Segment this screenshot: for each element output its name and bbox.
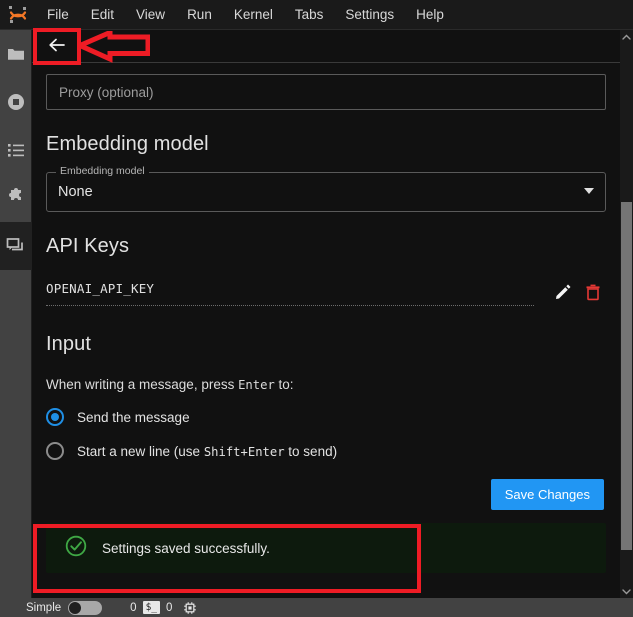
radio-send-message[interactable]: Send the message	[46, 408, 606, 426]
panel-scrollbar[interactable]	[620, 30, 633, 598]
jupyterlab-window: File Edit View Run Kernel Tabs Settings …	[0, 0, 633, 617]
radio-new-line-label: Start a new line (use Shift+Enter to sen…	[77, 444, 337, 459]
api-key-row: OPENAI_API_KEY	[46, 276, 606, 310]
scroll-up-button[interactable]	[620, 30, 633, 44]
menu-item-view[interactable]: View	[125, 0, 176, 30]
embedding-model-select[interactable]: Embedding model None	[46, 165, 606, 212]
sidebar-item-chat[interactable]	[0, 222, 32, 270]
check-circle-icon	[64, 534, 88, 563]
menu-item-file[interactable]: File	[36, 0, 80, 30]
menu-item-run[interactable]: Run	[176, 0, 223, 30]
menu-item-settings[interactable]: Settings	[334, 0, 405, 30]
list-icon	[6, 140, 26, 160]
save-changes-button[interactable]: Save Changes	[490, 479, 604, 510]
sidebar-item-running[interactable]	[0, 78, 32, 126]
radio-send-message-label: Send the message	[77, 409, 190, 425]
back-arrow-icon	[48, 37, 66, 56]
scrollbar-track[interactable]	[620, 44, 633, 584]
radio-send-message-control[interactable]	[46, 408, 64, 426]
chat-bubbles-icon	[5, 235, 27, 257]
status-bar: Simple 0 $_ 0	[0, 598, 633, 617]
radio-new-line[interactable]: Start a new line (use Shift+Enter to sen…	[46, 442, 606, 460]
success-alert-text: Settings saved successfully.	[102, 540, 270, 556]
input-heading: Input	[46, 333, 91, 355]
radio-new-line-label-key: Shift+Enter	[203, 444, 285, 459]
proxy-input[interactable]	[46, 74, 606, 110]
embedding-model-heading: Embedding model	[46, 133, 209, 155]
menu-item-tabs[interactable]: Tabs	[284, 0, 335, 30]
input-hint-after: to:	[274, 377, 294, 392]
terminal-icon[interactable]: $_	[142, 601, 161, 614]
sidebar-item-toc[interactable]	[0, 126, 32, 174]
kernel-chip-icon[interactable]	[183, 601, 197, 615]
back-button[interactable]	[40, 33, 74, 59]
sidebar-item-file-browser[interactable]	[0, 30, 32, 78]
interface-mode-label: Simple	[26, 601, 62, 614]
radio-new-line-label-before: Start a new line (use	[77, 443, 204, 459]
scrollbar-thumb[interactable]	[621, 202, 632, 550]
sidebar-item-extensions[interactable]	[0, 174, 32, 222]
settings-form: Embedding model Embedding model None API…	[32, 63, 620, 598]
input-hint-key: Enter	[238, 378, 275, 392]
save-row: Save Changes	[46, 479, 606, 510]
edit-api-key-button[interactable]	[550, 280, 576, 306]
simple-mode-toggle[interactable]	[68, 600, 103, 615]
input-hint: When writing a message, press Enter to:	[46, 377, 606, 392]
panel-toolbar	[32, 30, 620, 63]
terminals-count: 0	[130, 601, 137, 614]
api-keys-heading: API Keys	[46, 235, 130, 257]
puzzle-piece-icon	[6, 188, 26, 208]
embedding-model-select-hit[interactable]	[46, 172, 606, 212]
delete-api-key-button[interactable]	[580, 280, 606, 306]
menu-bar: File Edit View Run Kernel Tabs Settings …	[0, 0, 633, 30]
trash-icon	[584, 283, 602, 304]
stop-circle-icon	[6, 92, 26, 112]
chat-settings-panel: Embedding model Embedding model None API…	[32, 30, 633, 598]
left-activity-bar	[0, 30, 32, 598]
chevron-down-icon	[622, 582, 631, 598]
folder-icon	[6, 44, 26, 64]
pencil-icon	[554, 283, 572, 304]
menu-item-help[interactable]: Help	[405, 0, 455, 30]
success-alert: Settings saved successfully.	[46, 523, 606, 573]
api-key-name: OPENAI_API_KEY	[46, 281, 534, 306]
jupyter-logo-icon	[0, 0, 36, 30]
radio-new-line-label-after: to send)	[284, 443, 338, 459]
scroll-down-button[interactable]	[620, 584, 633, 598]
radio-new-line-control[interactable]	[46, 442, 64, 460]
kernels-count: 0	[166, 601, 173, 614]
menu-item-edit[interactable]: Edit	[80, 0, 125, 30]
menu-item-kernel[interactable]: Kernel	[223, 0, 284, 30]
input-hint-before: When writing a message, press	[46, 377, 239, 392]
